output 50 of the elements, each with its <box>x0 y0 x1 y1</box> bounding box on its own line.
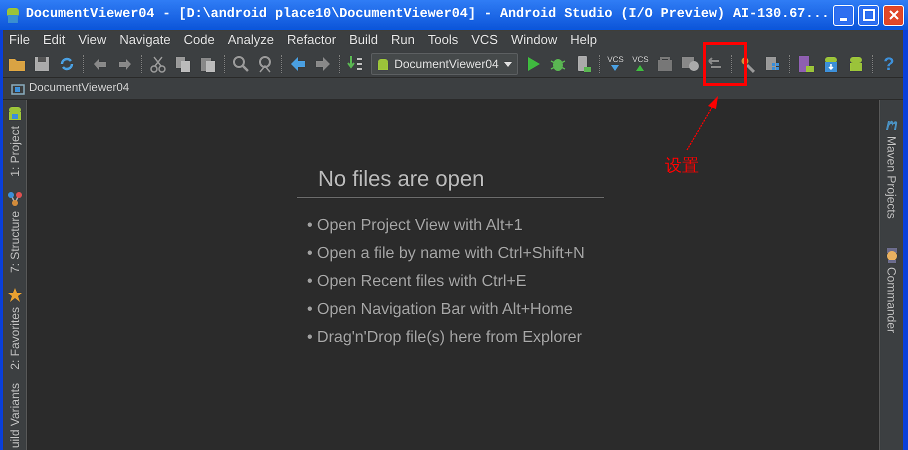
window-title: DocumentViewer04 - [D:\android place10\DocumentViewer04] - Android Studio (I/O Preview) AI-130.67... <box>26 6 830 24</box>
empty-editor-title: No files are open <box>297 162 604 198</box>
menu-item[interactable]: Tools <box>428 30 458 50</box>
module-icon <box>11 82 25 94</box>
android-icon <box>376 56 390 70</box>
run-configuration-dropdown[interactable]: DocumentViewer04 <box>371 52 518 74</box>
tool-window-tab[interactable]: 7: Structure <box>6 210 24 273</box>
tool-window-tab[interactable]: 2: Favorites <box>6 306 24 370</box>
menu-item[interactable]: Analyze <box>228 30 274 50</box>
menu-item[interactable]: File <box>9 30 30 50</box>
hierarchy-icon[interactable] <box>6 190 22 207</box>
menu-item[interactable]: VCS <box>471 30 498 50</box>
vcs-update-button[interactable]: VCS <box>606 56 626 72</box>
annotation-label: 设置 <box>665 155 699 178</box>
vcs-commit-button[interactable]: VCS <box>630 56 650 72</box>
hint-text: • Open a file by name with Ctrl+Shift+N <box>307 244 586 264</box>
menu-item[interactable]: Navigate <box>119 30 171 50</box>
maximize-button[interactable] <box>858 4 880 26</box>
menu-item[interactable]: Window <box>510 30 558 50</box>
minimize-button[interactable] <box>833 4 854 26</box>
scissors-icon[interactable] <box>148 54 168 74</box>
tool-window-tab[interactable]: 1: Project <box>6 126 24 177</box>
close-button[interactable] <box>883 4 904 26</box>
menu-item[interactable]: Edit <box>42 30 66 50</box>
menu-item[interactable]: Build <box>349 30 378 50</box>
breadcrumb-item[interactable]: DocumentViewer04 <box>29 80 130 98</box>
menu-item[interactable]: View <box>78 30 106 50</box>
android-icon[interactable] <box>6 106 22 122</box>
hint-text: • Open Project View with Alt+1 <box>307 216 524 236</box>
menu-item[interactable]: Run <box>391 30 415 50</box>
tool-window-tab[interactable]: uild Variants <box>6 383 24 449</box>
highlight-frame <box>703 42 747 86</box>
magnifier-icon[interactable] <box>230 54 250 74</box>
close-icon <box>886 8 901 22</box>
tool-window-tab[interactable]: Maven Projects <box>882 136 900 219</box>
hint-text: • Open Navigation Bar with Alt+Home <box>307 300 574 320</box>
hint-text: • Drag'n'Drop file(s) here from Explorer <box>307 328 583 348</box>
menu-item[interactable]: Refactor <box>286 30 336 50</box>
star-icon[interactable] <box>6 286 22 303</box>
hint-text: • Open Recent files with Ctrl+E <box>307 272 528 292</box>
maximize-icon <box>862 8 876 22</box>
device-icon[interactable] <box>796 54 816 74</box>
tool-window-tab[interactable]: Commander <box>882 266 900 333</box>
down-arrow-icon <box>610 64 620 72</box>
annotation-arrow <box>686 96 718 150</box>
up-arrow-icon <box>635 64 646 72</box>
menu-item[interactable]: Code <box>184 30 215 50</box>
minimize-icon <box>840 18 848 20</box>
menu-item[interactable]: Help <box>570 30 597 50</box>
android-app-icon <box>4 6 22 24</box>
